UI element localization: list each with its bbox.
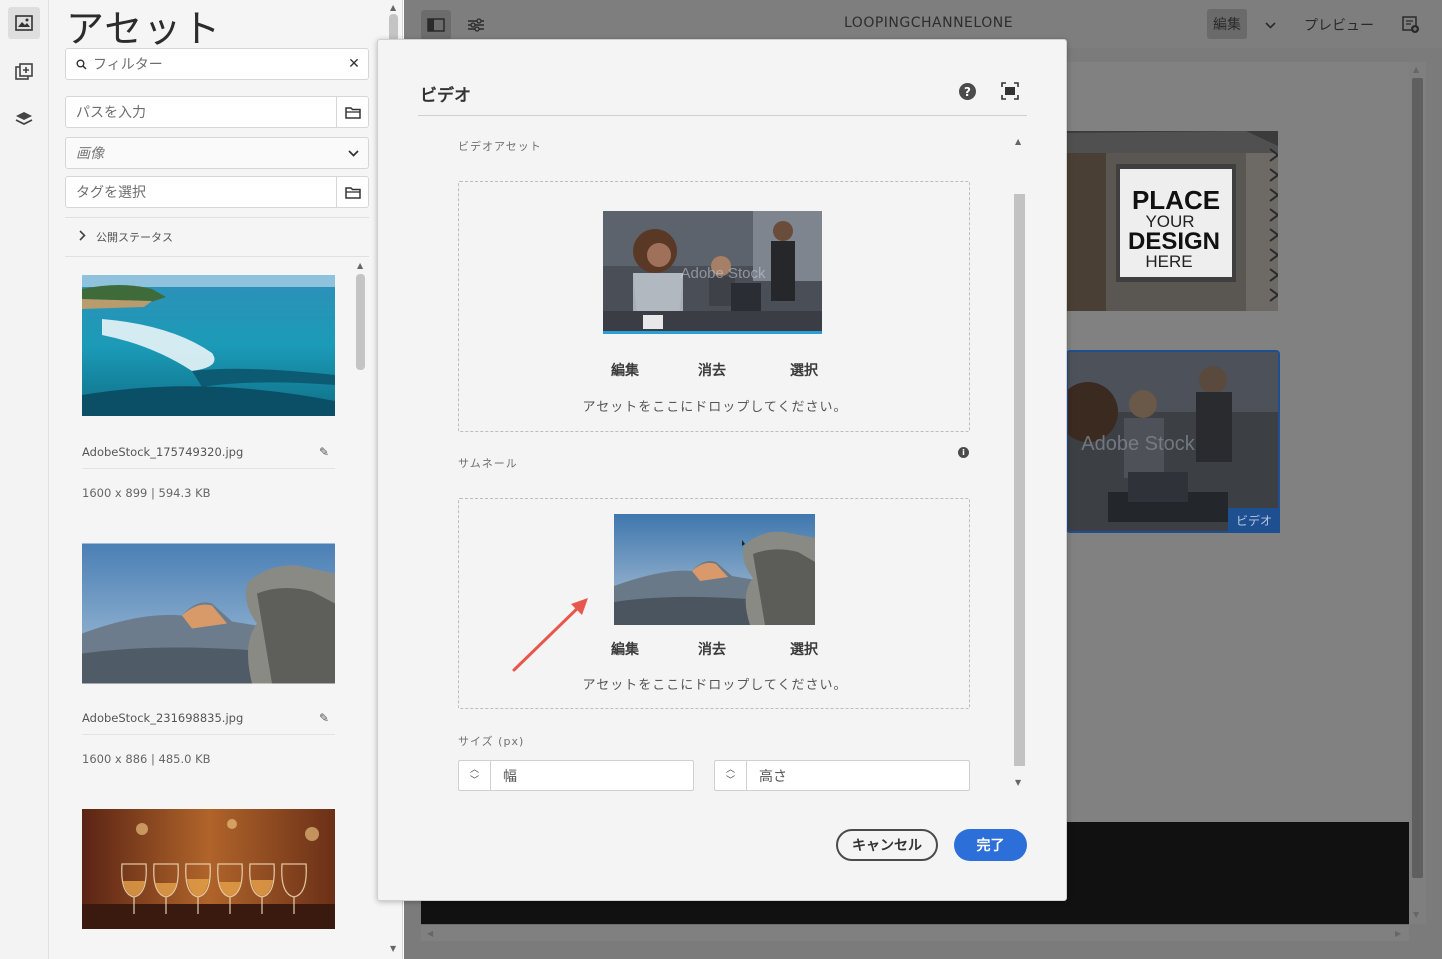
asset-type-value: 画像 (76, 146, 104, 162)
scrollbar-thumb[interactable] (389, 14, 398, 42)
tag-placeholder: タグを選択 (76, 185, 146, 201)
divider (418, 115, 1027, 116)
video-asset-preview[interactable]: Adobe Stock (603, 211, 822, 334)
scroll-up-icon[interactable]: ▲ (390, 3, 396, 12)
video-asset-dropzone[interactable]: Adobe Stock 編集 消去 選択 アセットをここにドロップしてください。 (458, 181, 970, 432)
assets-title: アセット (66, 7, 222, 51)
assets-list-scrollbar[interactable]: ▲ (354, 261, 368, 959)
channel-title: LOOPINGCHANNELONE (844, 15, 1014, 31)
filter-placeholder: フィルター (93, 57, 163, 73)
select-button[interactable]: 選択 (790, 360, 818, 380)
size-label: サイズ (px) (458, 735, 525, 748)
preview-button[interactable]: プレビュー (1304, 15, 1374, 35)
asset-thumbnail[interactable] (82, 543, 335, 684)
fullscreen-icon[interactable] (1001, 82, 1019, 100)
asset-thumbnail[interactable] (82, 809, 335, 929)
video-watermark: Adobe Stock (680, 265, 766, 282)
thumbnail-label: サムネール (458, 457, 518, 470)
thumbnail-dropzone[interactable]: 編集 消去 選択 アセットをここにドロップしてください。 (458, 498, 970, 709)
video-component[interactable]: Adobe Stock (1066, 350, 1280, 533)
video-watermark: Adobe Stock (1081, 433, 1195, 455)
cancel-button[interactable]: キャンセル (836, 829, 938, 861)
dialog-body: ビデオアセット Adobe Stock 編集 消去 選択 アセットをここにドロッ… (418, 132, 1027, 792)
publish-icon[interactable] (1396, 10, 1426, 40)
poster-image[interactable]: PLACE YOUR DESIGN HERE (1066, 131, 1278, 311)
chevron-down-icon (338, 149, 368, 157)
chevron-down-icon[interactable] (1255, 10, 1285, 40)
asset-card[interactable] (82, 809, 335, 929)
clear-icon[interactable]: ✕ (340, 56, 368, 72)
height-field[interactable]: ︿ ﹀ 高さ (714, 760, 970, 791)
asset-type-select[interactable]: 画像 (65, 137, 369, 169)
drop-hint: アセットをここにドロップしてください。 (582, 400, 848, 415)
width-placeholder: 幅 (503, 768, 517, 785)
scroll-right-icon[interactable]: ▶ (1395, 929, 1401, 938)
height-placeholder: 高さ (759, 768, 787, 785)
assets-panel: アセット フィルター ✕ パスを入力 画像 タグを選択 公開ステータス Adob… (49, 0, 403, 959)
scroll-down-icon[interactable]: ▼ (1413, 910, 1419, 919)
asset-name: AdobeStock_175749320.jpg (82, 445, 244, 459)
layers-icon[interactable] (8, 103, 40, 135)
filter-input[interactable]: フィルター ✕ (65, 48, 369, 80)
asset-meta: 1600 x 899 | 594.3 KB (82, 486, 211, 500)
side-rail (0, 0, 49, 959)
stepper-icon[interactable]: ︿ ﹀ (715, 761, 747, 790)
scroll-up-icon[interactable]: ▲ (1015, 137, 1021, 146)
edit-button[interactable]: 編集 (611, 639, 639, 659)
edit-pencil-icon[interactable]: ✎ (319, 445, 329, 459)
search-icon (66, 59, 87, 70)
asset-meta: 1600 x 886 | 485.0 KB (82, 752, 211, 766)
video-dialog: ビデオ ? ビデオアセット Adobe Stock 編集 消去 選択 アセットを… (377, 39, 1067, 901)
edit-mode-button[interactable]: 編集 (1207, 9, 1247, 39)
path-input[interactable]: パスを入力 (65, 96, 369, 128)
divider (82, 734, 335, 735)
asset-card[interactable]: AdobeStock_231698835.jpg ✎ 1600 x 886 | … (82, 543, 335, 773)
video-asset-label: ビデオアセット (458, 140, 542, 153)
poster-line: HERE (1145, 252, 1192, 271)
info-icon[interactable]: i (958, 447, 969, 458)
scrollbar-thumb[interactable] (356, 274, 365, 370)
done-button[interactable]: 完了 (954, 829, 1027, 861)
components-icon[interactable] (8, 56, 40, 88)
clear-button[interactable]: 消去 (698, 360, 726, 380)
publish-status-toggle[interactable]: 公開ステータス (65, 217, 369, 257)
edit-pencil-icon[interactable]: ✎ (319, 711, 329, 725)
path-placeholder: パスを入力 (76, 105, 146, 121)
thumbnail-preview[interactable] (614, 514, 815, 625)
scrollbar-thumb[interactable] (1014, 194, 1025, 766)
drop-hint: アセットをここにドロップしてください。 (582, 678, 848, 693)
scroll-up-icon[interactable]: ▲ (1413, 65, 1419, 74)
stepper-icon[interactable]: ︿ ﹀ (459, 761, 491, 790)
divider (82, 468, 335, 469)
scrollbar-thumb[interactable] (1412, 78, 1423, 878)
poster-line: PLACE (1132, 185, 1220, 215)
scroll-left-icon[interactable]: ◀ (427, 929, 433, 938)
help-icon[interactable]: ? (959, 83, 976, 100)
asset-name: AdobeStock_231698835.jpg (82, 711, 244, 725)
canvas-vertical-scrollbar[interactable]: ▲ ▼ (1409, 62, 1426, 924)
dialog-scrollbar[interactable]: ▲ ▼ (1012, 132, 1027, 792)
poster-line: DESIGN (1128, 228, 1220, 255)
assets-icon[interactable] (8, 7, 40, 39)
page-properties-icon[interactable] (461, 10, 491, 40)
publish-status-label: 公開ステータス (96, 231, 173, 244)
width-field[interactable]: ︿ ﹀ 幅 (458, 760, 694, 791)
scroll-up-icon[interactable]: ▲ (357, 261, 363, 270)
clear-button[interactable]: 消去 (698, 639, 726, 659)
toggle-side-panel-icon[interactable] (421, 10, 451, 40)
scroll-down-icon[interactable]: ▼ (390, 944, 396, 953)
scroll-down-icon[interactable]: ▼ (1015, 778, 1021, 787)
edit-button[interactable]: 編集 (611, 360, 639, 380)
tag-input[interactable]: タグを選択 (65, 176, 369, 208)
asset-card[interactable]: AdobeStock_175749320.jpg ✎ 1600 x 899 | … (82, 275, 335, 505)
folder-icon[interactable] (336, 97, 368, 127)
canvas-horizontal-scrollbar[interactable]: ◀ ▶ (421, 924, 1409, 941)
video-tag: ビデオ (1228, 508, 1280, 533)
select-button[interactable]: 選択 (790, 639, 818, 659)
asset-thumbnail[interactable] (82, 275, 335, 416)
chevron-right-icon (79, 230, 86, 244)
folder-icon[interactable] (336, 177, 368, 207)
dialog-title: ビデオ (420, 86, 471, 106)
